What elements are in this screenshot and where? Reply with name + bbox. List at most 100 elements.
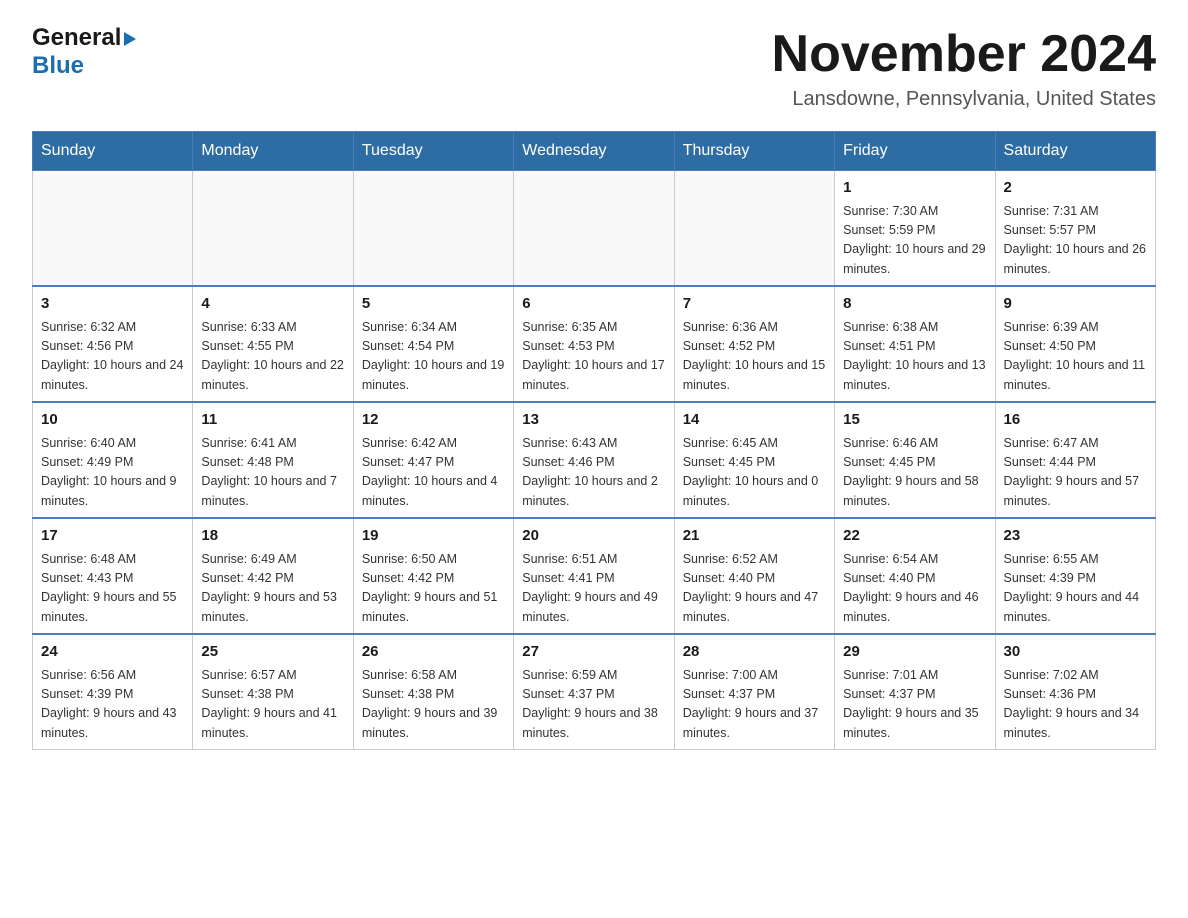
- cell-w4-d3: 19Sunrise: 6:50 AMSunset: 4:42 PMDayligh…: [353, 518, 513, 634]
- day-info: Sunrise: 6:36 AMSunset: 4:52 PMDaylight:…: [683, 318, 826, 396]
- day-info: Sunrise: 6:48 AMSunset: 4:43 PMDaylight:…: [41, 550, 184, 628]
- cell-w4-d5: 21Sunrise: 6:52 AMSunset: 4:40 PMDayligh…: [674, 518, 834, 634]
- day-info: Sunrise: 7:31 AMSunset: 5:57 PMDaylight:…: [1004, 202, 1147, 280]
- day-number: 7: [683, 293, 826, 316]
- cell-w5-d3: 26Sunrise: 6:58 AMSunset: 4:38 PMDayligh…: [353, 634, 513, 750]
- week-row-3: 10Sunrise: 6:40 AMSunset: 4:49 PMDayligh…: [33, 402, 1156, 518]
- day-number: 25: [201, 641, 344, 664]
- cell-w5-d4: 27Sunrise: 6:59 AMSunset: 4:37 PMDayligh…: [514, 634, 674, 750]
- cell-w2-d3: 5Sunrise: 6:34 AMSunset: 4:54 PMDaylight…: [353, 286, 513, 402]
- day-number: 21: [683, 525, 826, 548]
- week-row-4: 17Sunrise: 6:48 AMSunset: 4:43 PMDayligh…: [33, 518, 1156, 634]
- day-number: 12: [362, 409, 505, 432]
- day-info: Sunrise: 6:33 AMSunset: 4:55 PMDaylight:…: [201, 318, 344, 396]
- calendar-subtitle: Lansdowne, Pennsylvania, United States: [772, 88, 1156, 111]
- day-info: Sunrise: 7:02 AMSunset: 4:36 PMDaylight:…: [1004, 666, 1147, 744]
- day-info: Sunrise: 6:34 AMSunset: 4:54 PMDaylight:…: [362, 318, 505, 396]
- cell-w1-d1: [33, 171, 193, 287]
- cell-w1-d2: [193, 171, 353, 287]
- day-info: Sunrise: 6:42 AMSunset: 4:47 PMDaylight:…: [362, 434, 505, 512]
- cell-w4-d1: 17Sunrise: 6:48 AMSunset: 4:43 PMDayligh…: [33, 518, 193, 634]
- day-info: Sunrise: 7:01 AMSunset: 4:37 PMDaylight:…: [843, 666, 986, 744]
- cell-w4-d6: 22Sunrise: 6:54 AMSunset: 4:40 PMDayligh…: [835, 518, 995, 634]
- title-area: November 2024 Lansdowne, Pennsylvania, U…: [772, 24, 1156, 111]
- cell-w5-d2: 25Sunrise: 6:57 AMSunset: 4:38 PMDayligh…: [193, 634, 353, 750]
- day-info: Sunrise: 7:00 AMSunset: 4:37 PMDaylight:…: [683, 666, 826, 744]
- day-number: 16: [1004, 409, 1147, 432]
- day-info: Sunrise: 6:56 AMSunset: 4:39 PMDaylight:…: [41, 666, 184, 744]
- day-number: 28: [683, 641, 826, 664]
- day-info: Sunrise: 7:30 AMSunset: 5:59 PMDaylight:…: [843, 202, 986, 280]
- cell-w2-d2: 4Sunrise: 6:33 AMSunset: 4:55 PMDaylight…: [193, 286, 353, 402]
- logo-blue: Blue: [32, 52, 84, 79]
- day-info: Sunrise: 6:55 AMSunset: 4:39 PMDaylight:…: [1004, 550, 1147, 628]
- header-friday: Friday: [835, 132, 995, 171]
- header-wednesday: Wednesday: [514, 132, 674, 171]
- day-number: 2: [1004, 177, 1147, 200]
- day-info: Sunrise: 6:38 AMSunset: 4:51 PMDaylight:…: [843, 318, 986, 396]
- cell-w3-d3: 12Sunrise: 6:42 AMSunset: 4:47 PMDayligh…: [353, 402, 513, 518]
- day-number: 14: [683, 409, 826, 432]
- day-info: Sunrise: 6:58 AMSunset: 4:38 PMDaylight:…: [362, 666, 505, 744]
- cell-w3-d5: 14Sunrise: 6:45 AMSunset: 4:45 PMDayligh…: [674, 402, 834, 518]
- day-number: 26: [362, 641, 505, 664]
- day-number: 11: [201, 409, 344, 432]
- cell-w5-d1: 24Sunrise: 6:56 AMSunset: 4:39 PMDayligh…: [33, 634, 193, 750]
- header-tuesday: Tuesday: [353, 132, 513, 171]
- day-number: 6: [522, 293, 665, 316]
- day-number: 5: [362, 293, 505, 316]
- day-number: 22: [843, 525, 986, 548]
- day-number: 17: [41, 525, 184, 548]
- day-number: 8: [843, 293, 986, 316]
- cell-w2-d6: 8Sunrise: 6:38 AMSunset: 4:51 PMDaylight…: [835, 286, 995, 402]
- day-number: 15: [843, 409, 986, 432]
- day-info: Sunrise: 6:47 AMSunset: 4:44 PMDaylight:…: [1004, 434, 1147, 512]
- cell-w4-d4: 20Sunrise: 6:51 AMSunset: 4:41 PMDayligh…: [514, 518, 674, 634]
- day-info: Sunrise: 6:32 AMSunset: 4:56 PMDaylight:…: [41, 318, 184, 396]
- day-number: 3: [41, 293, 184, 316]
- cell-w4-d2: 18Sunrise: 6:49 AMSunset: 4:42 PMDayligh…: [193, 518, 353, 634]
- day-number: 10: [41, 409, 184, 432]
- logo-arrow-icon: [124, 32, 136, 46]
- day-info: Sunrise: 6:51 AMSunset: 4:41 PMDaylight:…: [522, 550, 665, 628]
- day-info: Sunrise: 6:43 AMSunset: 4:46 PMDaylight:…: [522, 434, 665, 512]
- header-thursday: Thursday: [674, 132, 834, 171]
- cell-w5-d6: 29Sunrise: 7:01 AMSunset: 4:37 PMDayligh…: [835, 634, 995, 750]
- day-number: 1: [843, 177, 986, 200]
- day-info: Sunrise: 6:52 AMSunset: 4:40 PMDaylight:…: [683, 550, 826, 628]
- day-number: 19: [362, 525, 505, 548]
- week-row-1: 1Sunrise: 7:30 AMSunset: 5:59 PMDaylight…: [33, 171, 1156, 287]
- header-monday: Monday: [193, 132, 353, 171]
- cell-w3-d6: 15Sunrise: 6:46 AMSunset: 4:45 PMDayligh…: [835, 402, 995, 518]
- day-number: 30: [1004, 641, 1147, 664]
- cell-w1-d3: [353, 171, 513, 287]
- day-number: 29: [843, 641, 986, 664]
- day-number: 23: [1004, 525, 1147, 548]
- cell-w1-d7: 2Sunrise: 7:31 AMSunset: 5:57 PMDaylight…: [995, 171, 1155, 287]
- week-row-2: 3Sunrise: 6:32 AMSunset: 4:56 PMDaylight…: [33, 286, 1156, 402]
- day-number: 27: [522, 641, 665, 664]
- day-info: Sunrise: 6:35 AMSunset: 4:53 PMDaylight:…: [522, 318, 665, 396]
- day-info: Sunrise: 6:49 AMSunset: 4:42 PMDaylight:…: [201, 550, 344, 628]
- cell-w2-d7: 9Sunrise: 6:39 AMSunset: 4:50 PMDaylight…: [995, 286, 1155, 402]
- cell-w5-d5: 28Sunrise: 7:00 AMSunset: 4:37 PMDayligh…: [674, 634, 834, 750]
- header: General Blue November 2024 Lansdowne, Pe…: [32, 24, 1156, 111]
- cell-w1-d5: [674, 171, 834, 287]
- logo: General Blue: [32, 24, 136, 80]
- day-info: Sunrise: 6:41 AMSunset: 4:48 PMDaylight:…: [201, 434, 344, 512]
- day-info: Sunrise: 6:59 AMSunset: 4:37 PMDaylight:…: [522, 666, 665, 744]
- day-info: Sunrise: 6:54 AMSunset: 4:40 PMDaylight:…: [843, 550, 986, 628]
- logo-general: General: [32, 24, 121, 52]
- cell-w3-d1: 10Sunrise: 6:40 AMSunset: 4:49 PMDayligh…: [33, 402, 193, 518]
- day-number: 13: [522, 409, 665, 432]
- day-number: 4: [201, 293, 344, 316]
- header-sunday: Sunday: [33, 132, 193, 171]
- cell-w4-d7: 23Sunrise: 6:55 AMSunset: 4:39 PMDayligh…: [995, 518, 1155, 634]
- cell-w2-d4: 6Sunrise: 6:35 AMSunset: 4:53 PMDaylight…: [514, 286, 674, 402]
- cell-w3-d7: 16Sunrise: 6:47 AMSunset: 4:44 PMDayligh…: [995, 402, 1155, 518]
- cell-w2-d1: 3Sunrise: 6:32 AMSunset: 4:56 PMDaylight…: [33, 286, 193, 402]
- cell-w1-d6: 1Sunrise: 7:30 AMSunset: 5:59 PMDaylight…: [835, 171, 995, 287]
- cell-w3-d4: 13Sunrise: 6:43 AMSunset: 4:46 PMDayligh…: [514, 402, 674, 518]
- day-info: Sunrise: 6:45 AMSunset: 4:45 PMDaylight:…: [683, 434, 826, 512]
- week-row-5: 24Sunrise: 6:56 AMSunset: 4:39 PMDayligh…: [33, 634, 1156, 750]
